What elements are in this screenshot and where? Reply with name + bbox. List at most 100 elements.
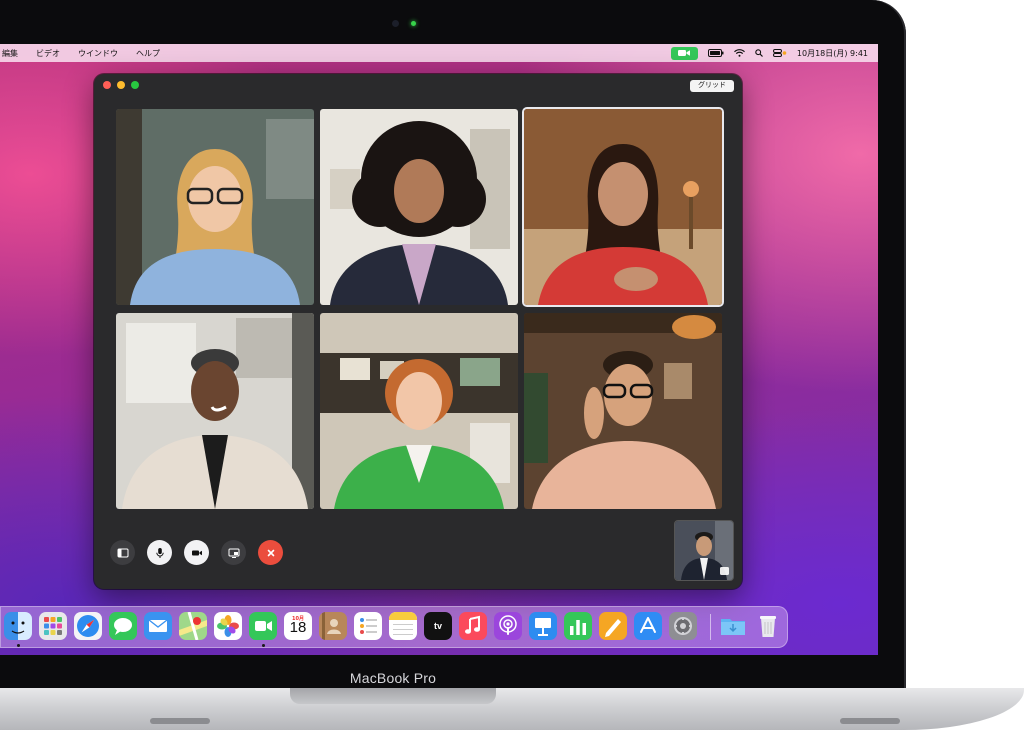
- participant-tile-5[interactable]: [320, 313, 518, 509]
- self-video: [675, 521, 733, 580]
- music-note-icon: [459, 612, 487, 640]
- participant-video: [116, 109, 314, 305]
- video-camera-icon: [191, 550, 202, 555]
- status-area: 10月18日(月) 9:41: [670, 46, 878, 60]
- self-view-preview[interactable]: [674, 520, 734, 581]
- dock-apple-tv[interactable]: tv: [424, 612, 452, 640]
- folder-icon: [721, 619, 745, 635]
- calendar-day: 18: [289, 619, 307, 636]
- video-camera-icon: [249, 612, 277, 640]
- dock-app-store[interactable]: [634, 612, 662, 640]
- menu-window[interactable]: ウインドウ: [78, 48, 118, 59]
- facetime-window: グリッド: [94, 74, 742, 589]
- close-icon: [267, 549, 274, 556]
- menu-video[interactable]: ビデオ: [36, 48, 60, 59]
- finder-icon: [4, 612, 32, 640]
- menu-help[interactable]: ヘルプ: [136, 48, 160, 59]
- microphone-icon: [155, 547, 164, 558]
- dock-launchpad[interactable]: [39, 612, 67, 640]
- participant-tile-2[interactable]: [320, 109, 518, 305]
- finder-running-indicator: [17, 644, 20, 647]
- map-icon: [179, 612, 207, 640]
- safari-compass-icon: [74, 612, 102, 640]
- grid-layout-button[interactable]: グリッド: [690, 80, 734, 92]
- end-call-button[interactable]: [258, 540, 283, 565]
- dock-calendar[interactable]: 10月 18: [284, 612, 312, 640]
- dock: 10月 18 tv: [0, 606, 788, 648]
- checklist-icon: [354, 612, 382, 640]
- trash-icon: [760, 616, 776, 637]
- envelope-icon: [144, 612, 172, 640]
- dock-messages[interactable]: [109, 612, 137, 640]
- battery-icon[interactable]: [707, 49, 724, 57]
- laptop-lid-notch: [290, 688, 496, 704]
- contacts-book-icon: [319, 612, 347, 640]
- facetime-running-indicator: [262, 644, 265, 647]
- dock-finder[interactable]: [4, 612, 32, 640]
- notes-icon: [389, 612, 417, 640]
- dock-pages[interactable]: [599, 612, 627, 640]
- participant-tile-4[interactable]: [116, 313, 314, 509]
- gear-icon: [669, 612, 697, 640]
- photos-flower-icon: [214, 612, 242, 640]
- call-controls: [110, 540, 283, 565]
- dock-reminders[interactable]: [354, 612, 382, 640]
- desktop-screen: 編集 ビデオ ウインドウ ヘルプ 10月18日(月) 9:41 グリッド 10月…: [0, 44, 878, 655]
- dock-safari[interactable]: [74, 612, 102, 640]
- camera-in-use-indicator[interactable]: [670, 46, 698, 60]
- webcam: [392, 20, 399, 27]
- laptop-foot-left: [150, 718, 210, 724]
- share-screen-button[interactable]: [221, 540, 246, 565]
- participant-video: [524, 109, 722, 305]
- camera-button[interactable]: [184, 540, 209, 565]
- menu-bar: 編集 ビデオ ウインドウ ヘルプ 10月18日(月) 9:41: [0, 44, 878, 62]
- menu-items: 編集 ビデオ ウインドウ ヘルプ: [0, 48, 160, 59]
- participant-tile-6[interactable]: [524, 313, 722, 509]
- dock-facetime[interactable]: [249, 612, 277, 640]
- participant-video: [524, 313, 722, 509]
- minimize-window-button[interactable]: [117, 81, 125, 89]
- laptop-foot-right: [840, 718, 900, 724]
- webcam-indicator-light: [411, 21, 416, 26]
- podcast-icon: [494, 612, 522, 640]
- launchpad-icon: [39, 612, 67, 640]
- dock-numbers[interactable]: [564, 612, 592, 640]
- bar-chart-icon: [564, 612, 592, 640]
- message-bubble-icon: [109, 612, 137, 640]
- app-store-icon: [634, 612, 662, 640]
- dock-contacts[interactable]: [319, 612, 347, 640]
- keynote-podium-icon: [529, 612, 557, 640]
- share-screen-icon: [228, 548, 239, 558]
- dock-mail[interactable]: [144, 612, 172, 640]
- window-controls: [103, 81, 139, 89]
- participant-tile-1[interactable]: [116, 109, 314, 305]
- participant-video: [116, 313, 314, 509]
- participant-tile-3-active-speaker[interactable]: [524, 109, 722, 305]
- apple-tv-label: tv: [433, 621, 442, 631]
- dock-trash[interactable]: [754, 612, 782, 640]
- dock-notes[interactable]: [389, 612, 417, 640]
- video-camera-icon: [678, 50, 691, 56]
- control-center-icon[interactable]: [772, 49, 787, 57]
- pen-icon: [599, 612, 627, 640]
- dock-separator: [710, 614, 711, 640]
- microphone-button[interactable]: [147, 540, 172, 565]
- sidebar-toggle-button[interactable]: [110, 540, 135, 565]
- dock-photos[interactable]: [214, 612, 242, 640]
- dock-downloads-folder[interactable]: [719, 612, 747, 640]
- wifi-icon[interactable]: [733, 49, 745, 57]
- dock-system-preferences[interactable]: [669, 612, 697, 640]
- menu-bar-clock[interactable]: 10月18日(月) 9:41: [797, 48, 868, 59]
- device-brand-label: MacBook Pro: [349, 670, 437, 686]
- fullscreen-window-button[interactable]: [131, 81, 139, 89]
- sidebar-icon: [117, 548, 128, 557]
- close-window-button[interactable]: [103, 81, 111, 89]
- dock-music[interactable]: [459, 612, 487, 640]
- search-icon[interactable]: [755, 49, 763, 57]
- dock-maps[interactable]: [179, 612, 207, 640]
- participant-video: [320, 109, 518, 305]
- dock-keynote[interactable]: [529, 612, 557, 640]
- participant-video: [320, 313, 518, 509]
- dock-podcasts[interactable]: [494, 612, 522, 640]
- menu-edit[interactable]: 編集: [2, 48, 18, 59]
